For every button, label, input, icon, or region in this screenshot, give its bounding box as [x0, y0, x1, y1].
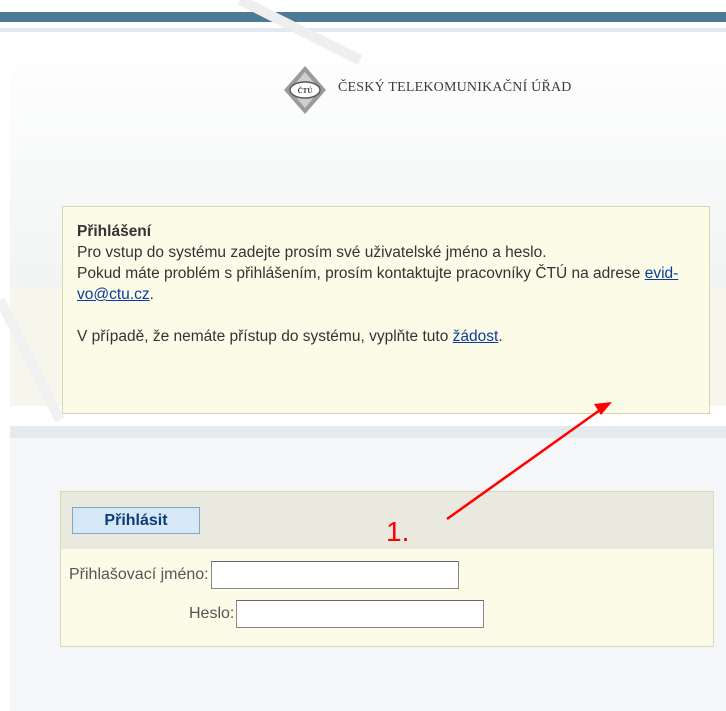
annotation-step-label: 1.: [386, 516, 410, 547]
password-label: Heslo:: [189, 605, 235, 622]
username-label: Přihlašovací jméno:: [69, 566, 209, 583]
request-link[interactable]: žádost: [453, 328, 499, 345]
info-request-text: V případě, že nemáte přístup do systému,…: [77, 328, 453, 345]
login-form: Přihlásit Přihlašovací jméno: Heslo:: [60, 491, 714, 647]
password-input[interactable]: [236, 600, 485, 628]
info-contact-suffix: .: [149, 286, 154, 303]
info-request: V případě, že nemáte přístup do systému,…: [77, 326, 695, 347]
password-row: Heslo:: [189, 599, 485, 629]
info-instructions: Pro vstup do systému zadejte prosím své …: [77, 244, 547, 261]
section-divider: [10, 426, 726, 438]
top-accent-bar: [0, 12, 726, 22]
username-input[interactable]: [210, 561, 459, 589]
login-button[interactable]: Přihlásit: [72, 507, 200, 534]
logo-text: ČTÚ: [298, 87, 313, 95]
info-contact-text: Pokud máte problém s přihlášením, prosím…: [77, 265, 645, 282]
info-title: Přihlášení: [77, 223, 152, 240]
ctu-logo-icon: ČTÚ: [284, 66, 326, 114]
organization-name: ČESKÝ TELEKOMUNIKAČNÍ ÚŘAD: [338, 80, 572, 95]
info-contact: Pokud máte problém s přihlášením, prosím…: [77, 263, 695, 305]
username-row: Přihlašovací jméno:: [69, 560, 459, 590]
login-info-box: Přihlášení Pro vstup do systému zadejte …: [62, 206, 710, 414]
info-request-suffix: .: [498, 328, 503, 345]
